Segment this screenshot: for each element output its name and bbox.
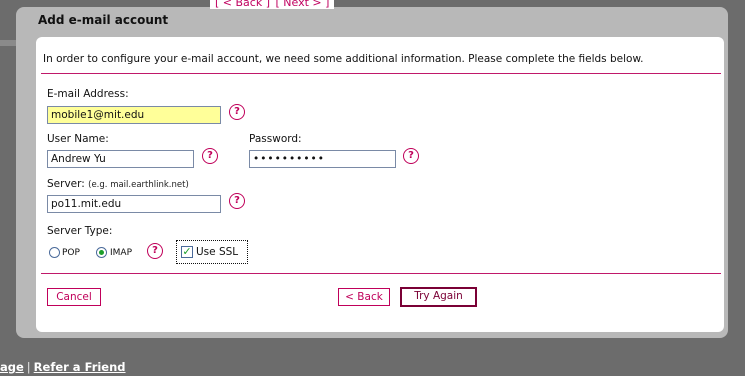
server-label: Server: (e.g. mail.earthlink.net) xyxy=(47,178,189,190)
password-field[interactable]: •••••••••• xyxy=(249,150,396,168)
email-help-icon[interactable]: ? xyxy=(229,104,245,120)
use-ssl-label[interactable]: Use SSL xyxy=(196,246,238,258)
back-button[interactable]: < Back xyxy=(338,288,390,306)
refer-a-friend-link[interactable]: Refer a Friend xyxy=(34,360,126,374)
top-back-link[interactable]: [ < Back ] xyxy=(215,0,270,9)
password-label: Password: xyxy=(249,133,302,145)
footer-page-link[interactable]: age xyxy=(0,360,24,374)
username-help-icon[interactable]: ? xyxy=(202,148,218,164)
use-ssl-checkbox[interactable]: ✓ xyxy=(181,246,193,258)
server-label-text: Server: xyxy=(47,178,85,190)
username-label: User Name: xyxy=(47,133,109,145)
server-field[interactable]: po11.mit.edu xyxy=(47,195,221,213)
pop-radio[interactable] xyxy=(49,247,60,258)
username-field[interactable]: Andrew Yu xyxy=(47,150,194,168)
dialog-title: Add e-mail account xyxy=(38,13,169,27)
cancel-button[interactable]: Cancel xyxy=(47,288,101,306)
try-again-button[interactable]: Try Again xyxy=(400,287,477,307)
top-divider xyxy=(41,73,721,74)
password-help-icon[interactable]: ? xyxy=(403,148,419,164)
top-nav: [ < Back ] [ Next > ] xyxy=(210,0,335,9)
footer-separator: | xyxy=(26,360,31,374)
use-ssl-focus-box: ✓ Use SSL xyxy=(176,240,248,264)
top-next-link[interactable]: [ Next > ] xyxy=(276,0,330,9)
footer-links: age | Refer a Friend xyxy=(0,360,126,374)
server-hint: (e.g. mail.earthlink.net) xyxy=(88,180,189,190)
imap-radio[interactable] xyxy=(96,247,107,258)
server-type-label: Server Type: xyxy=(47,225,113,237)
pop-radio-label[interactable]: POP xyxy=(62,248,80,258)
imap-radio-label[interactable]: IMAP xyxy=(110,248,132,258)
email-field[interactable]: mobile1@mit.edu xyxy=(47,106,221,124)
bottom-divider xyxy=(41,273,721,274)
email-label: E-mail Address: xyxy=(47,88,129,100)
intro-text: In order to configure your e-mail accoun… xyxy=(43,53,644,65)
server-help-icon[interactable]: ? xyxy=(229,193,245,209)
server-type-help-icon[interactable]: ? xyxy=(147,243,163,259)
